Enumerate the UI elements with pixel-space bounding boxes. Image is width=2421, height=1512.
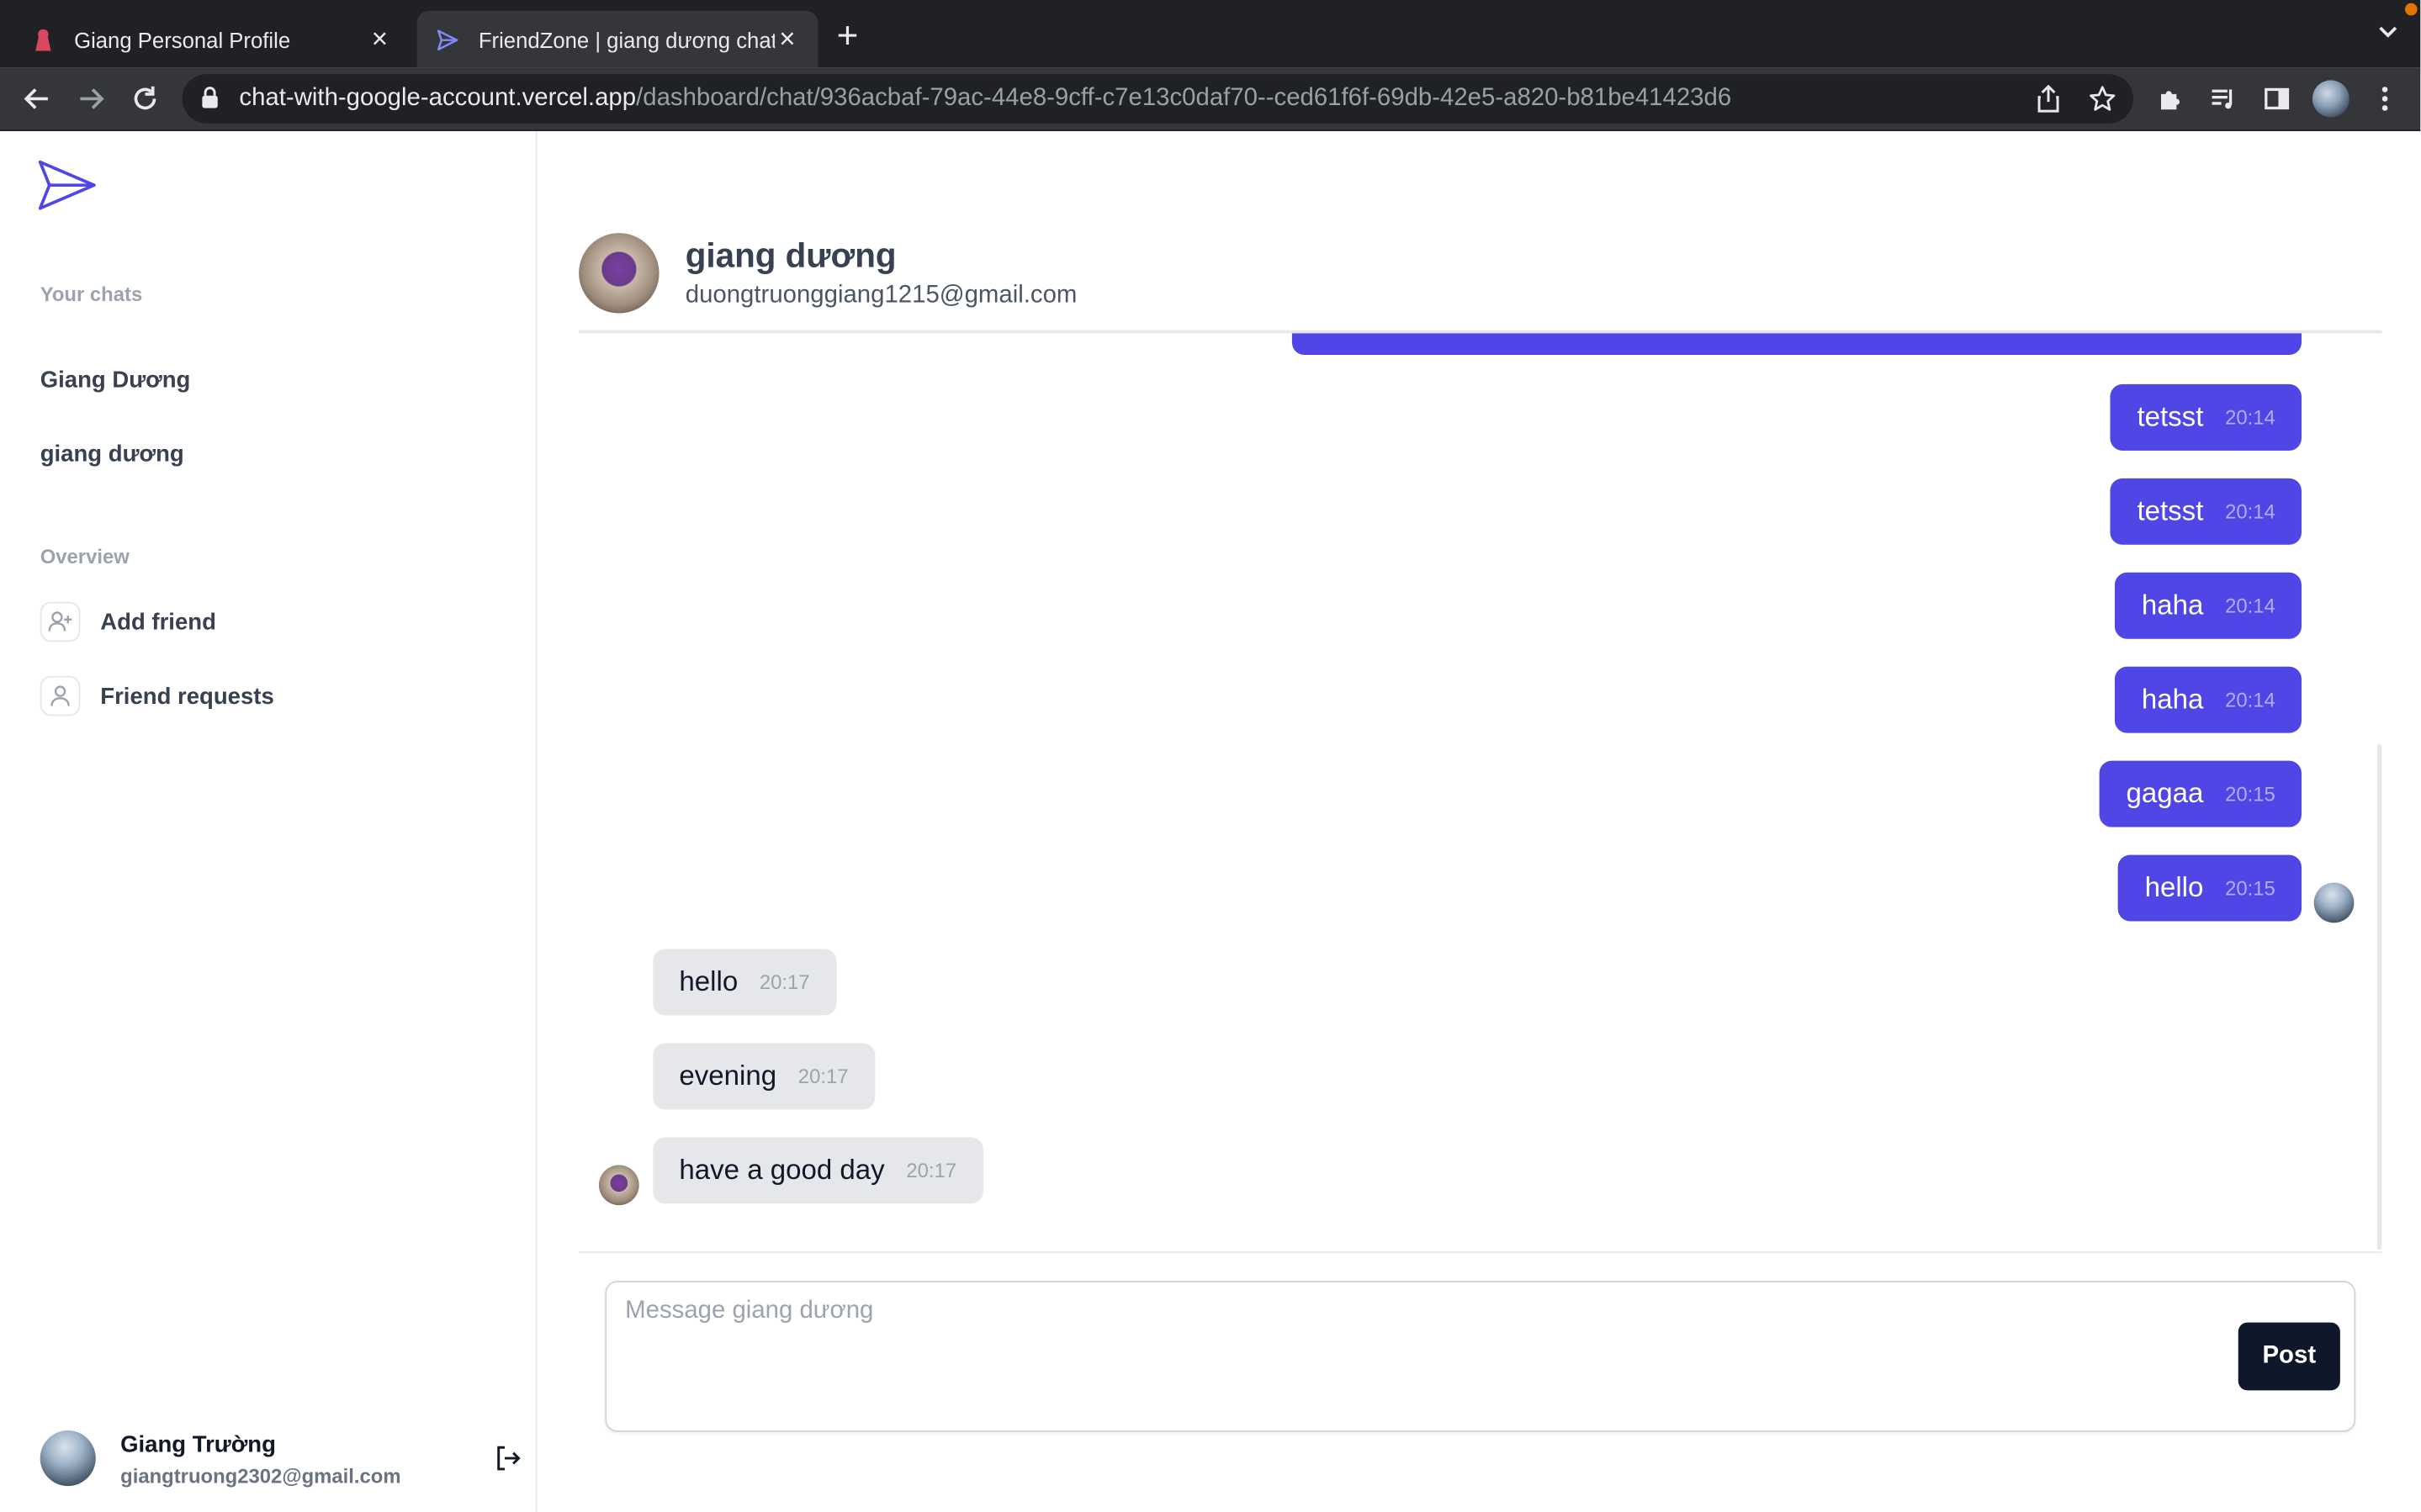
avatar (2313, 882, 2355, 923)
browser-tab-profile[interactable]: Giang Personal Profile × (13, 11, 411, 68)
tab-title: FriendZone | giang dương chat (478, 27, 776, 52)
avatar (579, 233, 660, 314)
url-path: /dashboard/chat/936acbaf-79ac-44e8-9cff-… (636, 84, 1732, 112)
friendzone-favicon-icon (435, 27, 459, 51)
message-text: haha (2141, 589, 2204, 621)
message-bubble: tetsst 20:14 (2111, 383, 2302, 451)
current-user: Giang Trường giangtruong2302@gmail.com (40, 1430, 401, 1488)
share-icon[interactable] (2030, 80, 2067, 117)
side-panel-icon[interactable] (2259, 80, 2296, 117)
close-tab-icon[interactable]: × (368, 24, 392, 56)
update-indicator-icon (2404, 3, 2418, 16)
message-composer: Post (579, 1251, 2382, 1512)
message-bubble: haha 20:14 (2115, 666, 2302, 733)
message-time: 20:14 (2225, 405, 2275, 430)
app: Your chats Giang Dương giang dương Overv… (0, 130, 2421, 1512)
sidebar-item-label: Add friend (100, 608, 216, 636)
avatar (40, 1430, 96, 1487)
message-list[interactable]: tetsst 20:14 tetsst 20:14 haha 20:14 hah… (579, 333, 2382, 1251)
message-time: 20:14 (2225, 688, 2275, 711)
new-tab-icon[interactable]: + (837, 18, 859, 56)
address-bar[interactable]: chat-with-google-account.vercel.app/dash… (182, 74, 2133, 124)
message-bubble: hello 20:15 (2118, 854, 2302, 922)
message-text: evening (679, 1060, 777, 1092)
user-name: Giang Trường (120, 1431, 276, 1459)
message-bubble: haha 20:14 (2115, 572, 2302, 639)
browser-tab-chat[interactable]: FriendZone | giang dương chat × (416, 10, 818, 68)
sidebar-chat-item[interactable]: giang dương (40, 441, 184, 468)
url-host: chat-with-google-account.vercel.app (239, 84, 637, 112)
user-email: giangtruong2302@gmail.com (120, 1464, 401, 1488)
logo-send-icon[interactable] (37, 159, 98, 219)
bookmark-star-icon[interactable] (2084, 80, 2121, 117)
message-time: 20:14 (2225, 594, 2275, 617)
overview-heading: Overview (40, 544, 130, 568)
message-bubble: tetsst 20:14 (2111, 478, 2302, 545)
message-input-box (605, 1281, 2356, 1432)
message-time: 20:14 (2225, 500, 2275, 524)
sidebar-chat-item[interactable]: Giang Dương (40, 367, 191, 394)
tab-title: Giang Personal Profile (74, 27, 291, 52)
message-text: have a good day (679, 1154, 885, 1186)
message-time: 20:15 (2225, 782, 2275, 806)
post-button[interactable]: Post (2238, 1322, 2340, 1391)
browser-profile-avatar[interactable] (2312, 80, 2349, 118)
user-icon (40, 675, 81, 716)
chat-partner-name: giang dương (685, 235, 897, 275)
sidebar-item-label: Friend requests (100, 682, 274, 710)
url-text: chat-with-google-account.vercel.app/dash… (239, 85, 1731, 113)
sidebar-item-friend-requests[interactable]: Friend requests (40, 675, 274, 716)
extensions-puzzle-icon[interactable] (2152, 80, 2189, 117)
sign-out-icon[interactable] (494, 1445, 522, 1480)
scrollbar[interactable] (2374, 333, 2382, 1251)
message-time: 20:17 (906, 1159, 957, 1182)
browser-menu-icon[interactable] (2366, 80, 2403, 117)
avatar (598, 1165, 639, 1206)
message-text: tetsst (2137, 495, 2204, 526)
message-text: tetsst (2137, 401, 2204, 432)
user-plus-icon (40, 601, 81, 642)
chat-partner-email: duongtruonggiang1215@gmail.com (685, 282, 1078, 309)
message-time: 20:17 (797, 1065, 849, 1088)
back-arrow-icon[interactable] (19, 80, 56, 117)
message-bubble: evening 20:17 (653, 1043, 875, 1110)
forward-arrow-icon[interactable] (72, 80, 109, 117)
message-text: gagaa (2126, 777, 2204, 809)
message-text: hello (2144, 871, 2204, 903)
tab-search-chevron-icon[interactable] (2377, 22, 2399, 48)
media-queue-icon[interactable] (2204, 80, 2241, 117)
sidebar: Your chats Giang Dương giang dương Overv… (0, 130, 538, 1512)
sidebar-item-add-friend[interactable]: Add friend (40, 601, 216, 642)
chat-panel: giang dương duongtruonggiang1215@gmail.c… (579, 131, 2382, 1512)
reload-icon[interactable] (126, 80, 163, 117)
message-time: 20:15 (2225, 876, 2275, 900)
message-input[interactable] (607, 1282, 2355, 1431)
browser-tab-bar: Giang Personal Profile × FriendZone | gi… (0, 0, 2421, 68)
browser-toolbar: chat-with-google-account.vercel.app/dash… (0, 67, 2421, 131)
close-tab-icon[interactable]: × (775, 24, 799, 56)
lock-icon (201, 87, 220, 118)
message-bubble: hello 20:17 (653, 949, 836, 1016)
chat-header: giang dương duongtruonggiang1215@gmail.c… (579, 230, 2382, 334)
message-bubble: gagaa 20:15 (2100, 760, 2302, 827)
message-text: hello (679, 965, 739, 997)
message-bubble-partial (1291, 333, 2302, 356)
scrollbar-thumb[interactable] (2376, 743, 2382, 1250)
message-time: 20:17 (759, 970, 810, 994)
your-chats-heading: Your chats (40, 282, 143, 306)
message-text: haha (2141, 683, 2204, 715)
profile-favicon-icon (31, 27, 56, 51)
message-bubble: have a good day 20:17 (653, 1137, 983, 1204)
